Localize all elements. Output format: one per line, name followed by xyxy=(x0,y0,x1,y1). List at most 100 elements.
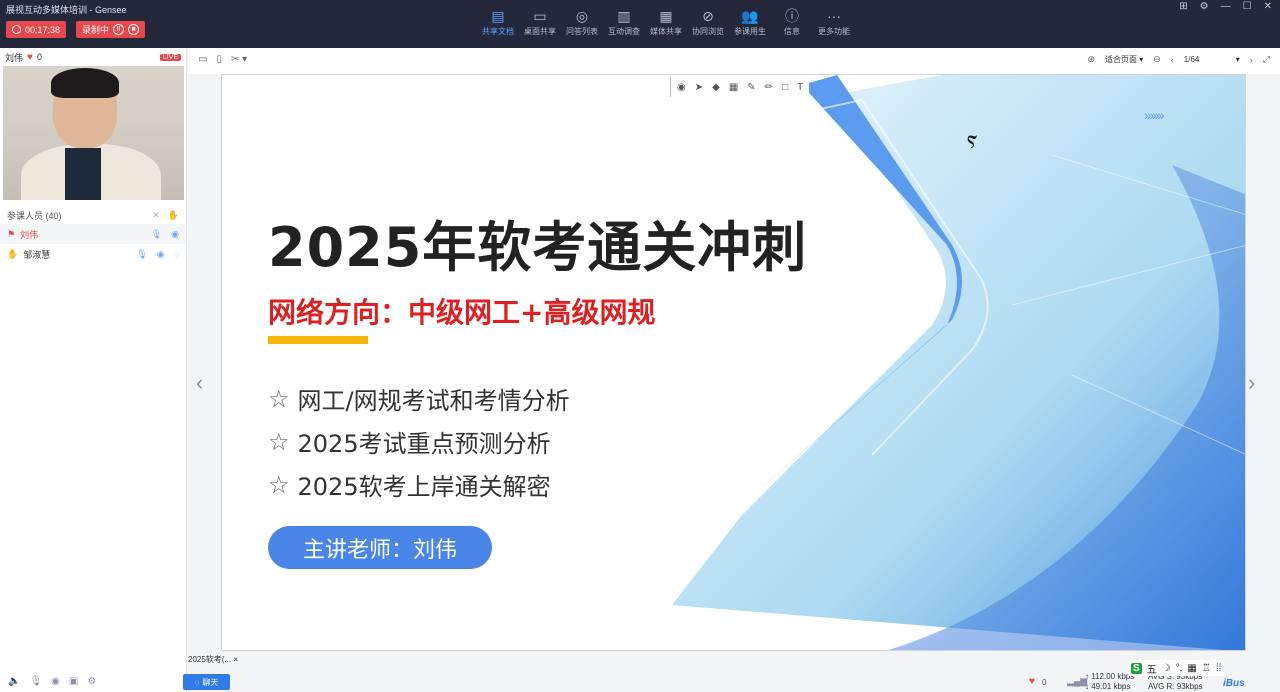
microphone-icon[interactable]: 🎙 xyxy=(29,676,42,687)
pointer-icon[interactable]: ➤ xyxy=(695,82,703,93)
eraser-icon[interactable]: ◆ xyxy=(712,82,720,93)
toolbar-item-5[interactable]: ⊘ 协同浏览 xyxy=(688,6,728,44)
pen-icon[interactable]: ✏ xyxy=(765,82,773,93)
shirt-icon: ♖ xyxy=(1201,662,1211,674)
zoom-in-icon[interactable]: ⊕ xyxy=(1087,54,1095,65)
tools-icon[interactable]: ✂ ▾ xyxy=(231,54,247,65)
toolbar-item-label: 协同浏览 xyxy=(692,27,724,36)
ime-toolbar[interactable]: S 五 ☽ °, ▦ ♖ ⁞⁞ xyxy=(1128,660,1225,676)
hand-icon: ✋ xyxy=(7,248,19,259)
brand-logo: iBus xyxy=(1223,678,1245,689)
desktop-icon: ▭ xyxy=(533,8,547,24)
star-icon: ☆ xyxy=(268,427,290,456)
clear-icon[interactable]: ▦ xyxy=(729,82,738,93)
slide-subtitle: 网络方向：中级网工+高级网规 xyxy=(268,296,656,329)
list-item[interactable]: ✋ 邹淑慧 🎙 ◉ ◌ xyxy=(0,244,186,264)
camera-icon[interactable]: ◉ xyxy=(51,676,60,687)
svg-text:ⲋ: ⲋ xyxy=(967,124,977,154)
toolbar-item-8[interactable]: ··· 更多功能 xyxy=(814,6,854,44)
toolbar-item-3[interactable]: ▥ 互动调查 xyxy=(604,6,644,44)
list-item[interactable]: ⚑ 刘伟 🎙 ◉ xyxy=(0,224,186,244)
mute-all-icon[interactable]: ✕ xyxy=(152,210,160,221)
media-icon: ▦ xyxy=(659,8,673,24)
apps-icon: ⁞⁞ xyxy=(1215,662,1222,674)
bitrate: ↑ 112.00 kbps ↓ 49.01 kbps xyxy=(1085,672,1135,691)
speaker-icon[interactable]: 🔈 xyxy=(8,676,20,687)
slide[interactable]: ⲋ ◉ ➤ ◆ ▦ ✎ ✏ □ T ››››››› 2025年软考通关冲刺 网络… xyxy=(221,74,1246,651)
settings-icon[interactable]: ⚙ xyxy=(1200,1,1209,12)
page-select[interactable]: 1/64 ▾ xyxy=(1184,55,1240,64)
participant-name: 邹淑慧 xyxy=(23,249,51,260)
laser-icon[interactable]: ◉ xyxy=(677,82,686,93)
stop-icon[interactable]: ■ xyxy=(128,24,140,35)
presenter-icon: ⚑ xyxy=(7,228,16,239)
chat-icon[interactable]: ◌ xyxy=(174,249,179,260)
chevron-decoration: ››››››› xyxy=(1144,107,1165,123)
layout-icon[interactable]: ⊞ xyxy=(1179,1,1187,12)
participants-list: ⚑ 刘伟 🎙 ◉ ✋ 邹淑慧 🎙 ◉ ◌ xyxy=(0,224,186,264)
document-icon: ▤ xyxy=(491,8,505,24)
likes-count: 0 xyxy=(1042,678,1047,687)
toolbar-item-0[interactable]: ▤ 共享文档 xyxy=(478,6,518,44)
toolbar-item-6[interactable]: 👥 参课用生 xyxy=(730,6,770,44)
left-panel: 刘伟 ♥ 0 LIVE 参课人员 (40) ✕ ✋ ⚑ 刘伟 🎙 ◉ ✋ 邹淑慧 🎙 ◉ ◌ xyxy=(0,48,187,692)
toolbar-item-label: 桌面共享 xyxy=(524,27,556,36)
next-page-icon[interactable]: › xyxy=(1250,55,1253,65)
prev-page-icon[interactable]: ‹ xyxy=(1171,55,1174,65)
rectangle-icon[interactable]: □ xyxy=(782,82,788,93)
folder-icon[interactable]: ▭ xyxy=(198,54,207,65)
document-tab[interactable]: 2025软考(... × xyxy=(188,654,238,665)
record-dot-icon xyxy=(12,25,21,34)
info-icon: ⓘ xyxy=(785,8,799,24)
next-slide-arrow[interactable]: › xyxy=(1248,370,1255,396)
toolbar-item-1[interactable]: ▭ 桌面共享 xyxy=(520,6,560,44)
camera-icon[interactable]: ◉ xyxy=(157,249,165,260)
chat-button[interactable]: ◌ 聊天 xyxy=(183,674,230,690)
toolbar-item-7[interactable]: ⓘ 信息 xyxy=(772,6,812,44)
slide-bullet: ☆ 2025考试重点预测分析 xyxy=(268,420,570,463)
file-icon[interactable]: ▯ xyxy=(216,54,222,65)
slide-bullet-text: 网工/网规考试和考情分析 xyxy=(297,387,570,415)
slide-bullet-text: 2025软考上岸通关解密 xyxy=(297,473,551,501)
participant-name: 刘伟 xyxy=(20,229,39,240)
window-title: 展视互动多媒体培训 - Gensee xyxy=(6,5,127,15)
fit-mode-select[interactable]: 适合页面 ▾ xyxy=(1105,54,1143,65)
video-shirt xyxy=(65,148,101,200)
recording-bar: 00:17:38 录制中 II ■ xyxy=(6,21,146,38)
pause-icon[interactable]: II xyxy=(113,24,125,35)
highlighter-icon[interactable]: ✎ xyxy=(747,82,755,93)
document-toolbar: ▭ ▯ ✂ ▾ ⊕ 适合页面 ▾ ⊖ ‹ 1/64 ▾ › ⤢ xyxy=(188,48,1280,74)
toolbar-item-2[interactable]: ◎ 问答列表 xyxy=(562,6,602,44)
slide-title: 2025年软考通关冲刺 xyxy=(268,216,808,279)
minimize-icon[interactable]: — xyxy=(1221,1,1231,12)
microphone-icon[interactable]: 🎙 xyxy=(151,229,162,240)
presenter-video[interactable] xyxy=(3,66,184,200)
presenter-name: 刘伟 xyxy=(5,52,24,63)
bottom-controls: 🔈 🎙 ◉ ▣ ⚙ xyxy=(8,676,96,687)
hand-icon[interactable]: ✋ xyxy=(168,210,179,221)
slide-bullet-text: 2025考试重点预测分析 xyxy=(297,430,551,458)
microphone-icon[interactable]: 🎙 xyxy=(136,249,147,260)
heart-icon[interactable]: ♥ xyxy=(1029,676,1035,687)
heart-icon[interactable]: ♥ xyxy=(27,52,33,63)
presenter-header: 刘伟 ♥ 0 LIVE xyxy=(0,48,186,66)
toolbar-item-label: 共享文档 xyxy=(482,27,514,36)
settings-icon[interactable]: ⚙ xyxy=(87,676,96,687)
zoom-out-icon[interactable]: ⊖ xyxy=(1153,54,1161,65)
video-hair xyxy=(51,68,119,98)
fullscreen-icon[interactable]: ⤢ xyxy=(1263,54,1270,65)
camera-icon[interactable]: ◉ xyxy=(171,229,179,240)
participants-header: 参课人员 (40) ✕ ✋ xyxy=(0,206,186,224)
poll-icon: ▥ xyxy=(617,8,631,24)
close-icon[interactable]: ✕ xyxy=(1264,1,1272,12)
recording-status-text: 录制中 xyxy=(82,25,110,35)
text-icon[interactable]: T xyxy=(797,82,803,93)
maximize-icon[interactable]: ☐ xyxy=(1243,1,1252,12)
document-stage: ‹ › ⲋ ◉ ➤ ◆ ▦ ✎ ✏ □ T ››››››› 2025年软考通关冲… xyxy=(188,74,1280,655)
toolbar-item-4[interactable]: ▦ 媒体共享 xyxy=(646,6,686,44)
accent-bar xyxy=(268,336,368,344)
live-badge: LIVE xyxy=(159,53,181,61)
prev-slide-arrow[interactable]: ‹ xyxy=(196,370,203,396)
ime-logo-icon: S xyxy=(1131,662,1142,674)
hd-icon[interactable]: ▣ xyxy=(69,676,78,687)
